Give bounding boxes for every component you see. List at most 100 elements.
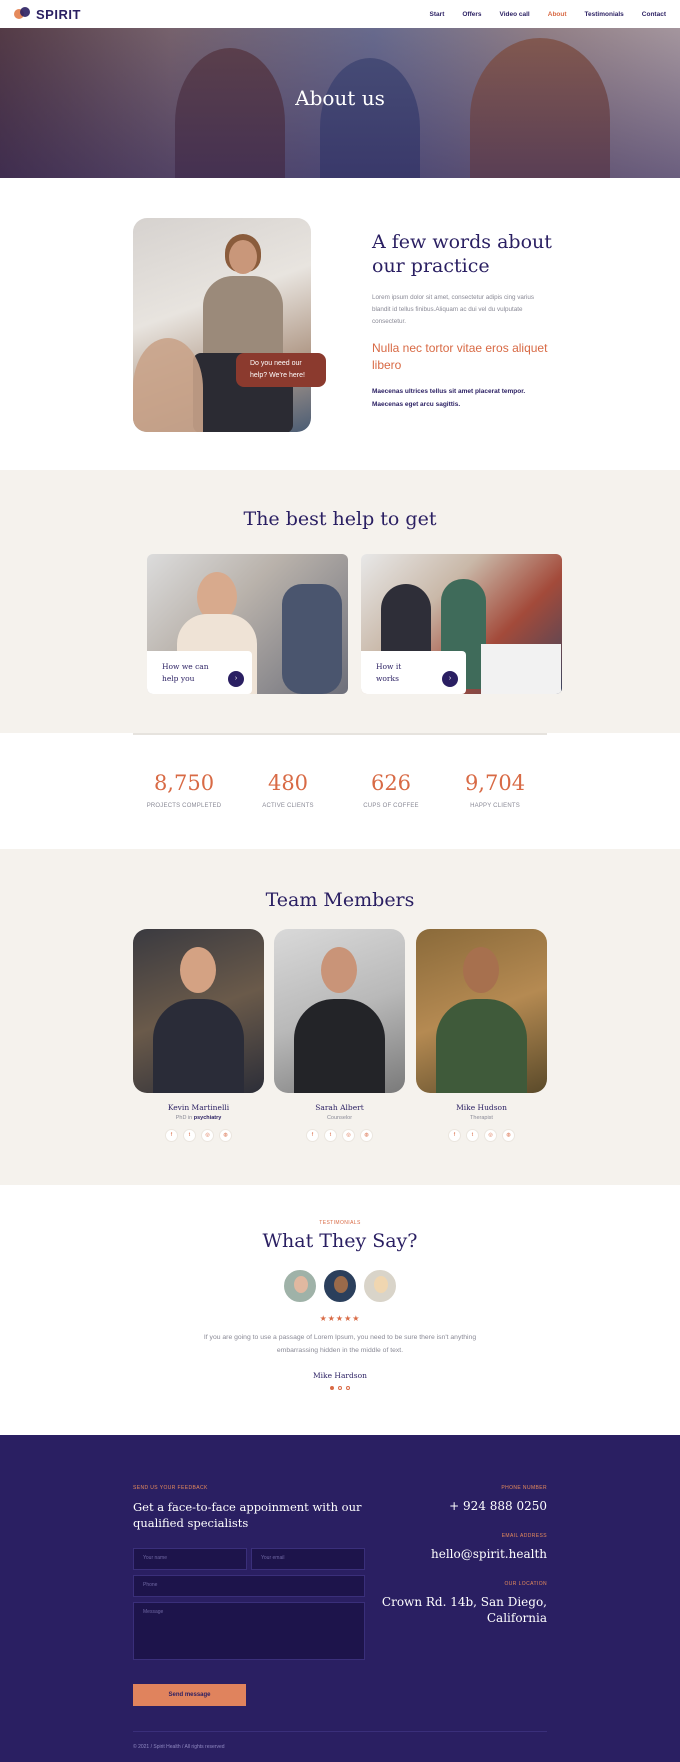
testimonials-kicker: TESTIMONIALS [319, 1220, 361, 1226]
member-photo [416, 929, 547, 1093]
hero-person-left [175, 48, 285, 178]
help-card-label-box: How it works › [361, 651, 466, 694]
avatar[interactable] [362, 1268, 398, 1304]
help-card-how-we-help[interactable]: How we can help you › [147, 554, 348, 694]
feedback-kicker: SEND US YOUR FEEDBACK [133, 1485, 208, 1491]
instagram-icon[interactable]: ◎ [342, 1129, 355, 1142]
facebook-icon[interactable]: f [306, 1129, 319, 1142]
member-role: Therapist [470, 1115, 493, 1121]
message-textarea[interactable]: Message [133, 1602, 365, 1660]
member-photo [133, 929, 264, 1093]
stat-value: 480 [267, 771, 309, 795]
arrow-right-icon[interactable]: › [228, 671, 244, 687]
brand-name: SPIRIT [36, 6, 81, 22]
help-card-how-it-works[interactable]: How it works › [361, 554, 562, 694]
about-heading: A few words about our practice [372, 231, 552, 277]
member-socials: f t ◎ ◍ [133, 1129, 264, 1142]
stat-label: PROJECTS COMPLETED [146, 803, 222, 809]
hero-banner: About us [0, 28, 680, 178]
nav-contact[interactable]: Contact [642, 11, 666, 18]
testimonial-author: Mike Hardson [312, 1371, 368, 1380]
stats-section: 8,750 PROJECTS COMPLETED 480 ACTIVE CLIE… [0, 733, 680, 849]
member-photo [274, 929, 405, 1093]
avatar[interactable] [282, 1268, 318, 1304]
location-kicker: OUR LOCATION [504, 1581, 547, 1587]
member-socials: f t ◎ ◍ [416, 1129, 547, 1142]
nav-start[interactable]: Start [430, 11, 445, 18]
help-card-label-box: How we can help you › [147, 651, 252, 694]
instagram-icon[interactable]: ◎ [201, 1129, 214, 1142]
member-name: Mike Hudson [456, 1103, 507, 1112]
testimonial-avatars [0, 1268, 680, 1304]
email-address[interactable]: hello@spirit.health [367, 1546, 547, 1562]
help-card-label: How it works [376, 662, 402, 683]
phone-number[interactable]: + 924 888 0250 [367, 1498, 547, 1514]
main-nav: Start Offers Video call About Testimonia… [430, 11, 666, 18]
dribbble-icon[interactable]: ◍ [219, 1129, 232, 1142]
about-lorem: Lorem ipsum dolor sit amet, consectetur … [372, 294, 535, 325]
send-message-button[interactable]: Send message [133, 1684, 246, 1706]
copyright: © 2021 / Spirit Health / All rights rese… [133, 1744, 225, 1750]
member-name: Sarah Albert [315, 1103, 364, 1112]
dribbble-icon[interactable]: ◍ [502, 1129, 515, 1142]
about-text: A few words about our practice Lorem ips… [372, 230, 552, 411]
member-name: Kevin Martinelli [167, 1103, 230, 1112]
carousel-dots [0, 1386, 680, 1390]
stat-value: 9,704 [464, 771, 526, 795]
instagram-icon[interactable]: ◎ [484, 1129, 497, 1142]
top-navigation-bar: SPIRIT Start Offers Video call About Tes… [0, 0, 680, 28]
about-accent: Nulla nec tortor vitae eros aliquet libe… [372, 341, 548, 372]
nav-offers[interactable]: Offers [462, 11, 481, 18]
phone-input[interactable]: Phone [133, 1575, 365, 1597]
nav-video-call[interactable]: Video call [500, 11, 530, 18]
facebook-icon[interactable]: f [165, 1129, 178, 1142]
team-section: Team Members Kevin Martinelli PhD in psy… [0, 849, 680, 1185]
about-section: A few words about our practice Lorem ips… [0, 178, 680, 470]
stat-value: 626 [370, 771, 412, 795]
testimonials-heading: What They Say? [262, 1230, 418, 1252]
nav-about[interactable]: About [548, 11, 567, 18]
rating-stars-icon: ★★★★★ [319, 1314, 361, 1323]
counseling-session-photo [133, 218, 311, 432]
member-role: PhD in psychiatry [175, 1115, 222, 1121]
contact-footer: SEND US YOUR FEEDBACK Get a face-to-face… [0, 1435, 680, 1762]
twitter-icon[interactable]: t [183, 1129, 196, 1142]
email-kicker: EMAIL ADDRESS [501, 1533, 547, 1539]
twitter-icon[interactable]: t [466, 1129, 479, 1142]
team-member-card: Sarah Albert Counselor f t ◎ ◍ [274, 929, 405, 1142]
stat-happy-clients: 9,704 HAPPY CLIENTS [440, 771, 550, 809]
contact-info: PHONE NUMBER + 924 888 0250 EMAIL ADDRES… [367, 1485, 547, 1645]
phone-kicker: PHONE NUMBER [501, 1485, 547, 1491]
help-bubble[interactable]: Do you need our help? We're here! [236, 353, 326, 387]
testimonials-section: TESTIMONIALS What They Say? ★★★★★ If you… [0, 1185, 680, 1435]
stat-clients: 480 ACTIVE CLIENTS [233, 771, 343, 809]
brand-logo[interactable]: SPIRIT [14, 7, 81, 22]
member-role: Counselor [326, 1115, 353, 1121]
stat-label: ACTIVE CLIENTS [262, 803, 314, 809]
arrow-right-icon[interactable]: › [442, 671, 458, 687]
avatar[interactable] [322, 1268, 358, 1304]
facebook-icon[interactable]: f [448, 1129, 461, 1142]
name-input[interactable]: Your name [133, 1548, 247, 1570]
best-help-section: The best help to get How we can help you… [0, 470, 680, 733]
page-title: About us [295, 86, 385, 110]
member-socials: f t ◎ ◍ [274, 1129, 405, 1142]
help-card-label: How we can help you [162, 662, 209, 683]
team-member-card: Kevin Martinelli PhD in psychiatry f t ◎… [133, 929, 264, 1142]
stat-label: HAPPY CLIENTS [470, 803, 520, 809]
email-input[interactable]: Your email [251, 1548, 365, 1570]
carousel-dot[interactable] [330, 1386, 334, 1390]
team-heading: Team Members [265, 889, 415, 911]
feedback-block: SEND US YOUR FEEDBACK Get a face-to-face… [133, 1485, 365, 1531]
footer-divider [133, 1731, 547, 1732]
twitter-icon[interactable]: t [324, 1129, 337, 1142]
best-help-heading: The best help to get [243, 508, 437, 530]
nav-testimonials[interactable]: Testimonials [585, 11, 624, 18]
dribbble-icon[interactable]: ◍ [360, 1129, 373, 1142]
stat-value: 8,750 [153, 771, 215, 795]
about-bold: Maecenas ultrices tellus sit amet placer… [372, 388, 526, 408]
carousel-dot[interactable] [346, 1386, 350, 1390]
feedback-heading: Get a face-to-face appoinment with our q… [133, 1500, 362, 1530]
stat-coffee: 626 CUPS OF COFFEE [336, 771, 446, 809]
carousel-dot[interactable] [338, 1386, 342, 1390]
